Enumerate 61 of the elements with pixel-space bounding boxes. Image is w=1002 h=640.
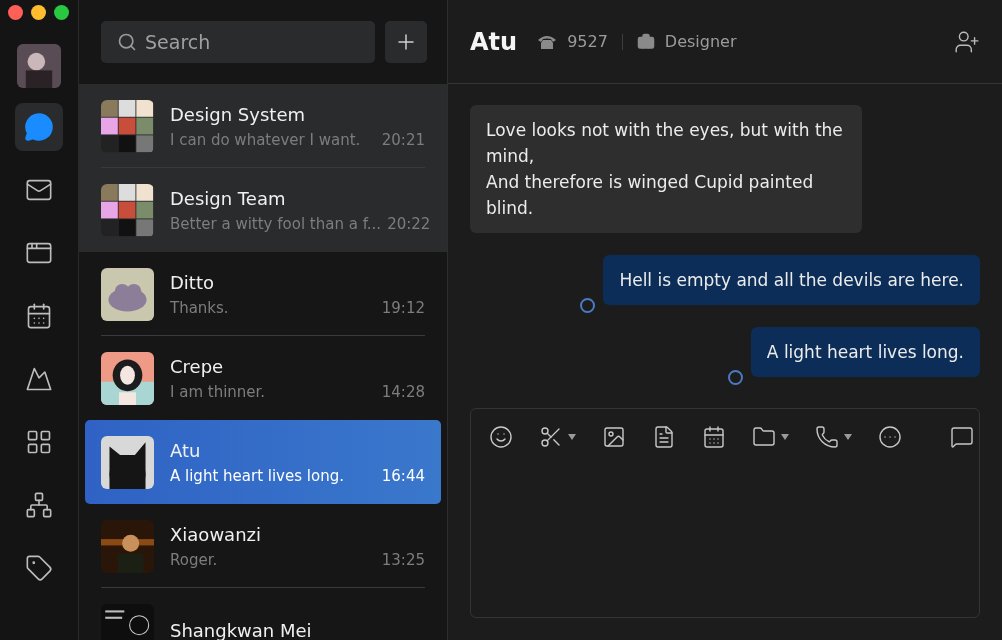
message-preview: A light heart lives long. xyxy=(170,466,344,485)
caret-icon xyxy=(568,434,576,440)
job-title: Designer xyxy=(664,32,737,51)
chat-row[interactable]: Shangkwan Mei xyxy=(79,588,447,640)
message-bubble: Hell is empty and all the devils are here. xyxy=(603,255,980,305)
message-preview: Thanks. xyxy=(170,298,229,317)
contact-name: Xiaowanzi xyxy=(170,523,262,545)
message-bubble: A light heart lives long. xyxy=(750,327,980,377)
sidebar-item[interactable] xyxy=(15,103,63,151)
contact-name: Design Team xyxy=(170,187,287,209)
toolbar-button[interactable] xyxy=(813,423,854,451)
chat-row[interactable]: Crepe I am thinner. 14:28 xyxy=(79,336,447,420)
phone-icon xyxy=(815,425,839,449)
message-time: 14:28 xyxy=(381,382,425,401)
message-time: 16:44 xyxy=(381,466,425,485)
more-icon xyxy=(878,425,902,449)
mountain-icon xyxy=(25,365,53,393)
search-icon xyxy=(117,32,137,52)
message-time: 20:21 xyxy=(381,130,425,149)
calendar-icon xyxy=(25,302,53,330)
document-icon xyxy=(652,425,676,449)
calendar-icon xyxy=(702,425,726,449)
contact-name: Shangkwan Mei xyxy=(170,619,313,640)
chat-row[interactable]: Ditto Thanks. 19:12 xyxy=(79,252,447,336)
message-preview: Roger. xyxy=(170,550,218,569)
image-icon xyxy=(602,425,626,449)
grid-icon xyxy=(25,428,53,456)
folder-icon xyxy=(752,425,776,449)
hierarchy-icon xyxy=(25,491,53,519)
message-time: 19:12 xyxy=(381,298,425,317)
search-field[interactable]: Search xyxy=(101,21,375,63)
chat-row[interactable]: Design System I can do whatever I want. 20:21 xyxy=(79,84,447,168)
caret-icon xyxy=(844,434,852,440)
contact-name: Atu xyxy=(170,439,202,461)
minimize-button[interactable] xyxy=(31,5,46,20)
message-preview: I can do whatever I want. xyxy=(170,130,361,149)
contact-name: Crepe xyxy=(170,355,225,377)
telephone-icon xyxy=(537,33,558,50)
chat-row[interactable]: Atu A light heart lives long. 16:44 xyxy=(79,420,447,504)
message-icon xyxy=(950,425,974,449)
toolbar-button[interactable] xyxy=(876,423,904,451)
contact-name: Design System xyxy=(170,103,306,125)
add-button[interactable] xyxy=(385,21,427,63)
message-bubble: Love looks not with the eyes, but with the mind, And therefore is winged Cupid painted blind. xyxy=(470,105,862,233)
message-preview: Better a witty fool than a f... xyxy=(170,214,382,233)
caret-icon xyxy=(781,434,789,440)
briefcase-icon xyxy=(636,32,655,51)
close-button[interactable] xyxy=(8,5,23,20)
chat-title: Atu xyxy=(470,27,518,56)
smiley-icon xyxy=(489,425,513,449)
message-time: 13:25 xyxy=(381,550,425,569)
phone-extension: 9527 xyxy=(567,32,608,51)
chat-row[interactable]: Design Team Better a witty fool than a f... 20:22 xyxy=(79,168,447,252)
chat-bubble-icon xyxy=(24,112,54,142)
message-preview: I am thinner. xyxy=(170,382,266,401)
chat-row[interactable]: Xiaowanzi Roger. 13:25 xyxy=(79,504,447,588)
zoom-button[interactable] xyxy=(54,5,69,20)
contact-name: Ditto xyxy=(170,271,215,293)
message-time: 20:22 xyxy=(387,214,431,233)
toolbar-button[interactable] xyxy=(487,423,515,451)
tag-icon xyxy=(25,554,53,582)
